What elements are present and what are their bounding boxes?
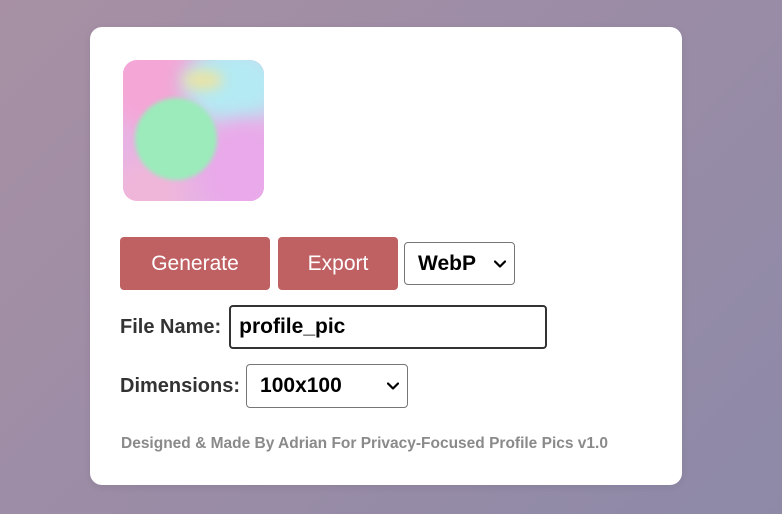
file-name-input[interactable]	[229, 305, 548, 349]
format-select[interactable]: WebP	[404, 242, 515, 285]
chevron-down-icon	[494, 259, 506, 268]
export-button[interactable]: Export	[278, 237, 398, 290]
footer-credit: Designed & Made By Adrian For Privacy-Fo…	[121, 435, 608, 452]
file-name-label: File Name:	[120, 315, 222, 338]
dimensions-select[interactable]: 100x100	[246, 364, 409, 408]
file-name-row: File Name:	[120, 305, 548, 349]
generate-button[interactable]: Generate	[120, 237, 270, 290]
chevron-down-icon	[387, 382, 400, 390]
dimensions-row: Dimensions: 100x100	[120, 364, 409, 408]
actions-row: Generate Export WebP	[120, 237, 515, 290]
dimensions-select-value: 100x100	[260, 374, 342, 397]
dimensions-label: Dimensions:	[120, 374, 241, 397]
generator-card: Generate Export WebP File Name: Dimensio…	[90, 27, 682, 485]
format-select-value: WebP	[418, 251, 476, 275]
avatar-preview-image	[123, 60, 264, 201]
